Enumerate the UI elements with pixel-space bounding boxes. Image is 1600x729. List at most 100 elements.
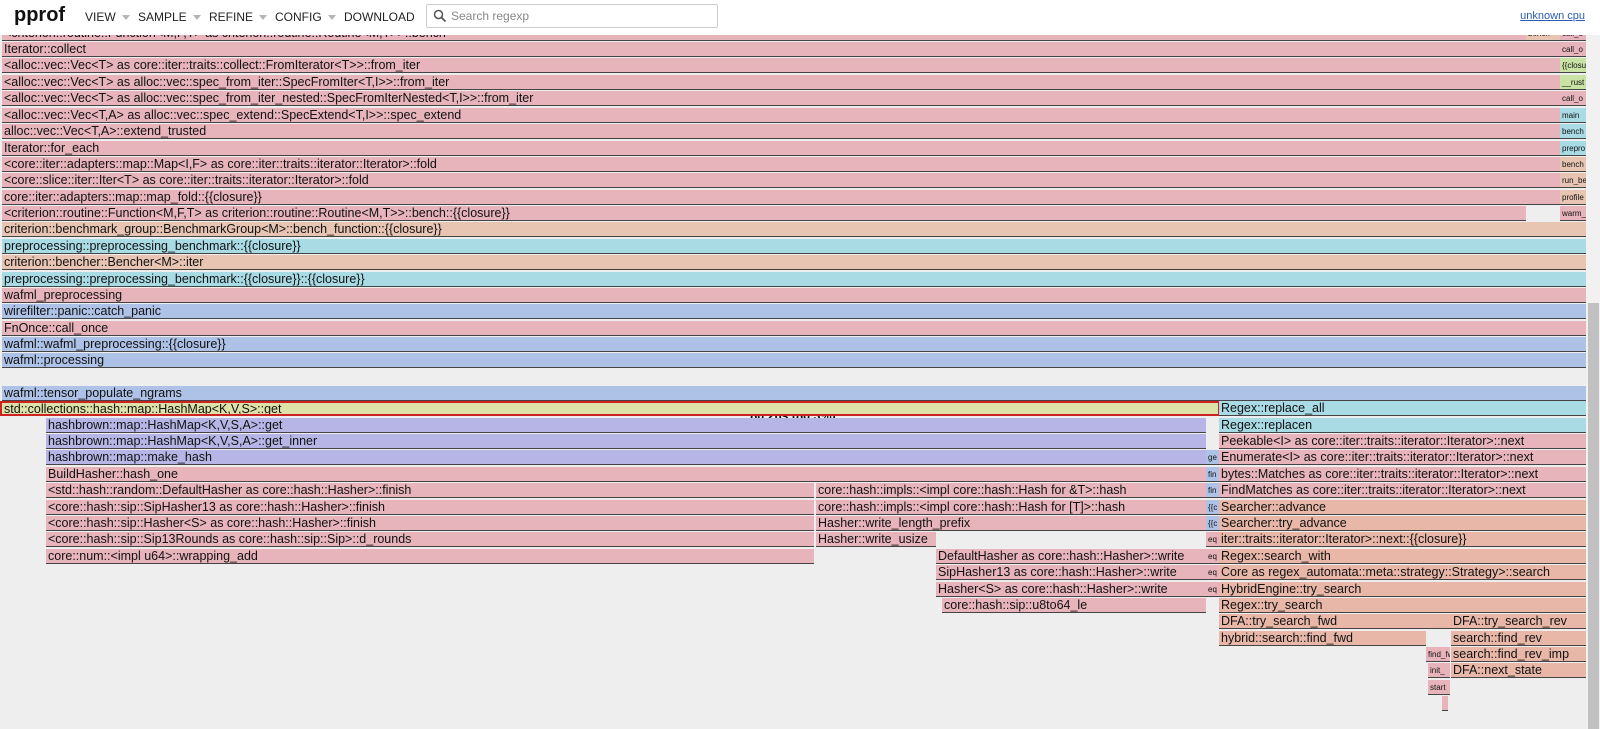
flame-frame[interactable]: hashbrown::map::HashMap<K,V,S,A>::get_in… bbox=[46, 434, 1206, 449]
flame-frame[interactable] bbox=[1526, 124, 1560, 139]
flame-frame[interactable]: Hasher::write_usize bbox=[816, 532, 936, 547]
flame-frame[interactable]: Searcher::advance bbox=[1219, 500, 1586, 515]
flame-frame[interactable]: <core::slice::iter::Iter<T> as core::ite… bbox=[2, 173, 1526, 188]
flame-frame[interactable]: wafml::wafml_preprocessing::{{closure}} bbox=[2, 337, 1586, 352]
flame-frame[interactable]: {{closu bbox=[1560, 58, 1586, 73]
flame-frame[interactable]: HybridEngine::try_search bbox=[1219, 582, 1586, 597]
flame-frame[interactable]: {{c bbox=[1206, 500, 1219, 515]
flame-frame[interactable]: eq bbox=[1206, 549, 1219, 564]
unknown-cpu-link[interactable]: unknown cpu bbox=[1520, 10, 1585, 22]
scrollbar-thumb[interactable] bbox=[1588, 303, 1599, 729]
flame-frame[interactable]: bench bbox=[1560, 124, 1586, 139]
flame-frame[interactable]: Regex::replace_all bbox=[1219, 401, 1586, 416]
search-input[interactable] bbox=[451, 5, 711, 27]
flame-frame[interactable] bbox=[1526, 42, 1560, 57]
flame-frame[interactable]: preprocessing::preprocessing_benchmark::… bbox=[2, 239, 1586, 254]
flame-frame[interactable]: DefaultHasher as core::hash::Hasher>::wr… bbox=[936, 549, 1206, 564]
flame-frame[interactable]: core::hash::impls::<impl core::hash::Has… bbox=[816, 483, 1206, 498]
flame-frame[interactable] bbox=[1526, 91, 1560, 106]
flame-frame[interactable]: core::hash::sip::u8to64_le bbox=[942, 598, 1206, 613]
flame-frame[interactable]: <std::hash::random::DefaultHasher as cor… bbox=[46, 483, 814, 498]
flame-frame[interactable]: wafml_preprocessing bbox=[2, 288, 1586, 303]
flame-frame[interactable] bbox=[1526, 173, 1560, 188]
flame-frame[interactable]: ge bbox=[1206, 450, 1219, 465]
flame-frame[interactable]: preprocessing::preprocessing_benchmark::… bbox=[2, 272, 1586, 287]
flame-frame[interactable]: criterion::bencher::Bencher<M>::iter bbox=[2, 255, 1586, 270]
flame-frame[interactable]: <criterion::routine::Function<M,F,T> as … bbox=[2, 206, 1526, 221]
flame-frame[interactable]: bench bbox=[1526, 35, 1560, 41]
flame-frame[interactable]: Enumerate<I> as core::iter::traits::iter… bbox=[1219, 450, 1586, 465]
flame-frame[interactable]: BuildHasher::hash_one bbox=[46, 467, 1206, 482]
flame-frame[interactable]: warm_ bbox=[1560, 206, 1586, 221]
flame-frame[interactable]: run_be bbox=[1560, 173, 1586, 188]
flame-frame[interactable]: Searcher::try_advance bbox=[1219, 516, 1586, 531]
flame-frame[interactable]: wafml::tensor_populate_ngrams bbox=[2, 386, 1586, 401]
flame-frame[interactable]: Hasher::write_length_prefix bbox=[816, 516, 1206, 531]
flame-frame[interactable]: search::find_rev bbox=[1451, 631, 1586, 646]
flame-frame[interactable] bbox=[1526, 75, 1560, 90]
flame-frame[interactable]: find_fw bbox=[1426, 647, 1450, 662]
flame-frame[interactable]: __rust bbox=[1560, 75, 1586, 90]
flame-frame[interactable]: bytes::Matches as core::iter::traits::it… bbox=[1219, 467, 1586, 482]
flame-frame[interactable]: {{c bbox=[1206, 516, 1219, 531]
flame-frame[interactable]: call_o bbox=[1560, 35, 1586, 41]
flame-frame[interactable]: bench bbox=[1560, 157, 1586, 172]
flame-frame[interactable]: wirefilter::panic::catch_panic bbox=[2, 304, 1586, 319]
flame-frame[interactable]: fin bbox=[1206, 483, 1219, 498]
flame-frame[interactable]: wafml::processing bbox=[2, 353, 1586, 368]
flame-frame[interactable]: core::iter::adapters::map::map_fold::{{c… bbox=[2, 190, 1526, 205]
flame-frame[interactable]: core::hash::impls::<impl core::hash::Has… bbox=[816, 500, 1206, 515]
flame-frame[interactable]: Regex::try_search bbox=[1219, 598, 1586, 613]
flame-frame[interactable] bbox=[1526, 157, 1560, 172]
flame-frame[interactable]: start bbox=[1428, 680, 1450, 695]
flame-frame[interactable] bbox=[1526, 190, 1560, 205]
flame-frame[interactable]: <alloc::vec::Vec<T> as alloc::vec::spec_… bbox=[2, 91, 1526, 106]
flame-frame[interactable]: FnOnce::call_once bbox=[2, 321, 1586, 336]
flame-frame[interactable]: DFA::next_state bbox=[1451, 663, 1586, 678]
flame-frame[interactable]: eq bbox=[1206, 565, 1219, 580]
flame-frame[interactable]: <criterion::routine::Function<M,F,T> as … bbox=[2, 35, 1526, 41]
flame-frame[interactable]: Core as regex_automata::meta::strategy::… bbox=[1219, 565, 1586, 580]
flame-frame[interactable]: profile bbox=[1560, 190, 1586, 205]
flame-frame[interactable]: <alloc::vec::Vec<T> as core::iter::trait… bbox=[2, 58, 1526, 73]
flame-frame[interactable]: Iterator::collect bbox=[2, 42, 1526, 57]
flame-frame[interactable]: prepro bbox=[1560, 141, 1586, 156]
flame-frame[interactable]: <alloc::vec::Vec<T,A> as alloc::vec::spe… bbox=[2, 108, 1526, 123]
flame-frame[interactable]: <core::iter::adapters::map::Map<I,F> as … bbox=[2, 157, 1526, 172]
flame-frame[interactable] bbox=[1526, 108, 1560, 123]
flame-frame[interactable]: eq bbox=[1206, 532, 1219, 547]
flame-frame[interactable]: core::num::<impl u64>::wrapping_add bbox=[46, 549, 814, 564]
flame-frame[interactable]: Hasher<S> as core::hash::Hasher>::write bbox=[936, 582, 1206, 597]
menu-refine[interactable]: REFINE bbox=[209, 10, 268, 24]
flame-frame[interactable]: Regex::search_with bbox=[1219, 549, 1586, 564]
flame-frame[interactable] bbox=[1526, 141, 1560, 156]
flame-frame[interactable]: hybrid::search::find_fwd bbox=[1219, 631, 1426, 646]
flame-frame[interactable]: alloc::vec::Vec<T,A>::extend_trusted bbox=[2, 124, 1526, 139]
flame-frame[interactable]: FindMatches as core::iter::traits::itera… bbox=[1219, 483, 1586, 498]
flame-frame[interactable]: eq bbox=[1206, 582, 1219, 597]
flame-frame[interactable]: fin bbox=[1206, 467, 1219, 482]
flame-frame[interactable]: Iterator::for_each bbox=[2, 141, 1526, 156]
menu-download[interactable]: DOWNLOAD bbox=[344, 10, 415, 24]
menu-config[interactable]: CONFIG bbox=[275, 10, 336, 24]
menu-sample[interactable]: SAMPLE bbox=[138, 10, 201, 24]
menu-view[interactable]: VIEW bbox=[85, 10, 130, 24]
flame-frame[interactable]: criterion::benchmark_group::BenchmarkGro… bbox=[2, 222, 1586, 237]
flame-frame[interactable]: DFA::try_search_rev bbox=[1451, 614, 1586, 629]
flame-frame[interactable]: <core::hash::sip::Sip13Rounds as core::h… bbox=[46, 532, 814, 547]
flame-frame[interactable]: call_o bbox=[1560, 42, 1586, 57]
flame-frame[interactable]: call_o bbox=[1560, 91, 1586, 106]
flame-frame[interactable]: Regex::replacen bbox=[1219, 418, 1586, 433]
flame-frame[interactable]: <core::hash::sip::Hasher<S> as core::has… bbox=[46, 516, 814, 531]
flame-frame[interactable]: hashbrown::map::make_hash bbox=[46, 450, 1206, 465]
flame-frame[interactable]: DFA::try_search_fwd bbox=[1219, 614, 1451, 629]
flame-frame[interactable]: init_ bbox=[1428, 663, 1450, 678]
flame-frame[interactable]: search::find_rev_imp bbox=[1451, 647, 1586, 662]
flame-frame[interactable]: <alloc::vec::Vec<T> as alloc::vec::spec_… bbox=[2, 75, 1526, 90]
flame-frame[interactable]: Peekable<I> as core::iter::traits::itera… bbox=[1219, 434, 1586, 449]
flame-frame[interactable]: hashbrown::map::HashMap<K,V,S,A>::get bbox=[46, 418, 1206, 433]
flame-frame[interactable]: iter::traits::iterator::Iterator>::next:… bbox=[1219, 532, 1586, 547]
flame-frame[interactable] bbox=[1526, 58, 1560, 73]
flame-frame[interactable]: main bbox=[1560, 108, 1586, 123]
flame-frame[interactable]: std::collections::hash::map::HashMap<K,V… bbox=[0, 401, 1220, 416]
